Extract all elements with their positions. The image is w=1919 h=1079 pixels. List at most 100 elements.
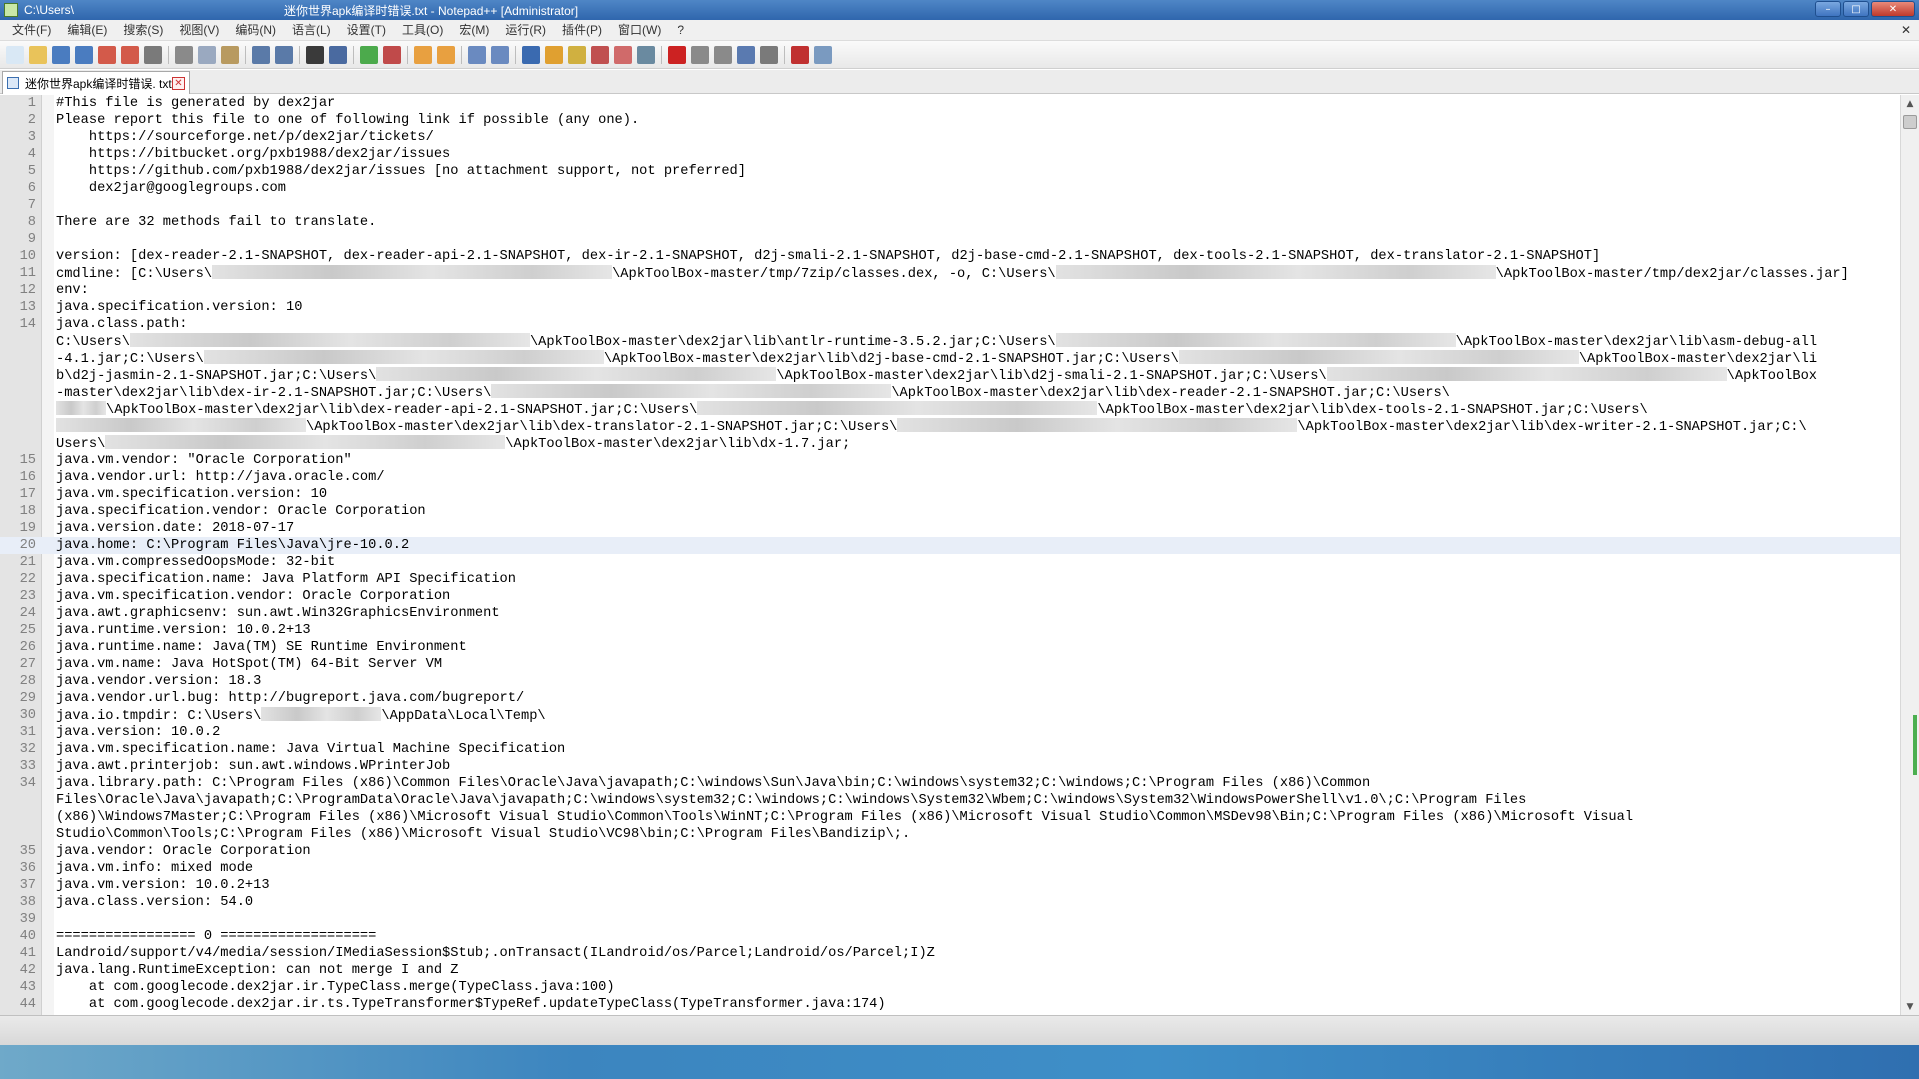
editor-line[interactable]: 44 at com.googlecode.dex2jar.ir.ts.TypeT… [0,996,1900,1013]
save-all-icon[interactable] [75,45,93,64]
word-wrap-icon[interactable] [468,45,486,64]
editor-line[interactable]: 19 java.version.date: 2018-07-17 [0,520,1900,537]
save-macro-icon[interactable] [760,45,778,64]
cut-icon[interactable] [175,45,193,64]
indent-guide-icon[interactable] [522,45,540,64]
zoom-in-icon[interactable] [360,45,378,64]
editor-line[interactable]: b\d2j-jasmin-2.1-SNAPSHOT.jar;C:\Users\ \… [0,367,1900,384]
close-window-button[interactable]: ✕ [1871,1,1915,17]
editor-line[interactable]: 3 https://sourceforge.net/p/dex2jar/tick… [0,129,1900,146]
editor-line[interactable]: 6 dex2jar@googlegroups.com [0,180,1900,197]
editor-line[interactable]: Studio\Common\Tools;C:\Program Files (x8… [0,826,1900,843]
menu-item-1[interactable]: 编辑(E) [59,20,115,41]
editor-line[interactable]: 21 java.vm.compressedOopsMode: 32-bit [0,554,1900,571]
editor-line[interactable]: 14 java.class.path: [0,316,1900,333]
show-all-chars-icon[interactable] [491,45,509,64]
editor-line[interactable]: 36 java.vm.info: mixed mode [0,860,1900,877]
editor-line[interactable]: Users\ \ApkToolBox-master\dex2jar\lib\dx-… [0,435,1900,452]
editor-line[interactable]: 34 java.library.path: C:\Program Files (x… [0,775,1900,792]
menu-item-12[interactable]: ? [669,20,692,41]
editor-line[interactable]: 5 https://github.com/pxb1988/dex2jar/iss… [0,163,1900,180]
tab-close-icon[interactable]: ✕ [172,76,185,90]
function-list-icon[interactable] [591,45,609,64]
editor-line[interactable]: 9 [0,231,1900,248]
redo-icon[interactable] [275,45,293,64]
menu-item-8[interactable]: 宏(M) [451,20,497,41]
user-lang-icon[interactable] [545,45,563,64]
copy-icon[interactable] [198,45,216,64]
zoom-out-icon[interactable] [383,45,401,64]
editor-line[interactable]: 13 java.specification.version: 10 [0,299,1900,316]
editor-line[interactable]: 43 at com.googlecode.dex2jar.ir.TypeClas… [0,979,1900,996]
sync-horizontal-icon[interactable] [437,45,455,64]
editor-line[interactable]: 32 java.vm.specification.name: Java Virtu… [0,741,1900,758]
editor-line[interactable]: \ApkToolBox-master\dex2jar\lib\dex-trans… [0,418,1900,435]
editor-line[interactable]: 22 java.specification.name: Java Platform… [0,571,1900,588]
editor-line[interactable]: 41 Landroid/support/v4/media/session/IMed… [0,945,1900,962]
find-icon[interactable] [306,45,324,64]
undo-icon[interactable] [252,45,270,64]
editor-line[interactable]: 42 java.lang.RuntimeException: can not me… [0,962,1900,979]
editor-line[interactable]: 23 java.vm.specification.vendor: Oracle C… [0,588,1900,605]
editor-line[interactable]: 28 java.vendor.version: 18.3 [0,673,1900,690]
editor-line[interactable]: 35 java.vendor: Oracle Corporation [0,843,1900,860]
editor-line[interactable]: C:\Users\ \ApkToolBox-master\dex2jar\lib\… [0,333,1900,350]
scroll-down-icon[interactable]: ▼ [1901,998,1919,1015]
editor-line[interactable]: 11 cmdline: [C:\Users\ \ApkToolBox-master/… [0,265,1900,282]
editor-line[interactable]: Files\Oracle\Java\javapath;C:\ProgramDat… [0,792,1900,809]
editor-line[interactable]: 33 java.awt.printerjob: sun.awt.windows.W… [0,758,1900,775]
sync-vertical-icon[interactable] [414,45,432,64]
panel-icon[interactable] [814,45,832,64]
doc-map-icon[interactable] [568,45,586,64]
close-document-icon[interactable]: ✕ [1901,23,1911,37]
save-icon[interactable] [52,45,70,64]
editor-line[interactable]: 15 java.vm.vendor: "Oracle Corporation" [0,452,1900,469]
menu-item-0[interactable]: 文件(F) [4,20,59,41]
open-file-icon[interactable] [29,45,47,64]
stop-macro-icon[interactable] [691,45,709,64]
folder-workspace-icon[interactable] [614,45,632,64]
minimize-button[interactable]: – [1815,1,1841,17]
editor-line[interactable]: 4 https://bitbucket.org/pxb1988/dex2jar/… [0,146,1900,163]
editor-line[interactable]: 20 java.home: C:\Program Files\Java\jre-1… [0,537,1900,554]
editor-line[interactable]: 30 java.io.tmpdir: C:\Users\ \AppData\Loca… [0,707,1900,724]
menu-item-5[interactable]: 语言(L) [284,20,339,41]
menu-item-7[interactable]: 工具(O) [394,20,451,41]
print-icon[interactable] [144,45,162,64]
scroll-up-icon[interactable]: ▲ [1901,95,1919,112]
replace-icon[interactable] [329,45,347,64]
close-all-icon[interactable] [121,45,139,64]
vertical-scrollbar[interactable]: ▲ ▼ [1900,95,1919,1015]
monitor-icon[interactable] [637,45,655,64]
editor-line[interactable]: 7 [0,197,1900,214]
editor-line[interactable]: 26 java.runtime.name: Java(TM) SE Runtime… [0,639,1900,656]
editor-line[interactable]: 17 java.vm.specification.version: 10 [0,486,1900,503]
menu-item-9[interactable]: 运行(R) [497,20,554,41]
editor-line[interactable]: \ApkToolBox-master\dex2jar\lib\dex-reade… [0,401,1900,418]
close-icon[interactable] [98,45,116,64]
new-file-icon[interactable] [6,45,24,64]
editor-area[interactable]: 1 #This file is generated by dex2jar 2 Plea… [0,95,1900,1015]
menu-item-11[interactable]: 窗口(W) [610,20,669,41]
editor-line[interactable]: 18 java.specification.vendor: Oracle Corp… [0,503,1900,520]
editor-line[interactable]: 8 There are 32 methods fail to translate. [0,214,1900,231]
editor-line[interactable]: 10 version: [dex-reader-2.1-SNAPSHOT, dex… [0,248,1900,265]
maximize-button[interactable]: □ [1843,1,1869,17]
menu-item-10[interactable]: 插件(P) [554,20,610,41]
play-macro-icon[interactable] [714,45,732,64]
record-macro-icon[interactable] [668,45,686,64]
menu-item-3[interactable]: 视图(V) [171,20,227,41]
paste-icon[interactable] [221,45,239,64]
editor-line[interactable]: 31 java.version: 10.0.2 [0,724,1900,741]
scrollbar-thumb[interactable] [1903,115,1917,129]
menu-item-6[interactable]: 设置(T) [339,20,394,41]
editor-line[interactable]: 39 [0,911,1900,928]
editor-line[interactable]: 1 #This file is generated by dex2jar [0,95,1900,112]
editor-line[interactable]: 29 java.vendor.url.bug: http://bugreport.… [0,690,1900,707]
editor-line[interactable]: 27 java.vm.name: Java HotSpot(TM) 64-Bit … [0,656,1900,673]
editor-line[interactable]: 40 ================= 0 ==================… [0,928,1900,945]
editor-line[interactable]: -master\dex2jar\lib\dex-ir-2.1-SNAPSHOT.… [0,384,1900,401]
editor-line[interactable]: 25 java.runtime.version: 10.0.2+13 [0,622,1900,639]
editor-line[interactable]: (x86)\Windows7Master;C:\Program Files (x… [0,809,1900,826]
editor-line[interactable]: 2 Please report this file to one of follo… [0,112,1900,129]
